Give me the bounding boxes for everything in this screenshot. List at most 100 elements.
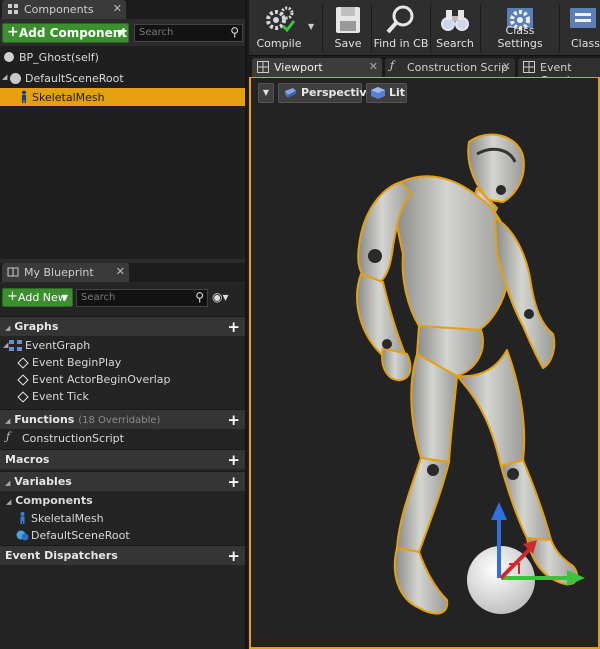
function-item-constructionscript[interactable]: ƒ ConstructionScript [0,430,245,447]
toolbar-separator [322,4,323,52]
graph-item-event-beginplay[interactable]: Event BeginPlay [0,354,245,371]
close-icon[interactable]: ✕ [369,60,378,73]
tree-item-label: BP_Ghost(self) [19,51,99,64]
components-toolbar: + Add Component ▼ Search ⚲ [0,21,245,45]
search-label: Search [436,37,474,50]
collapse-arrow-icon: ◢ [5,417,11,425]
viewport-canvas[interactable]: ▼ Perspective Lit [249,77,600,649]
graph-item-label: Event Tick [32,390,89,403]
event-diamond-icon [17,357,29,369]
plus-icon: + [7,24,19,40]
graph-item-event-tick[interactable]: Event Tick [0,388,245,405]
actor-icon [4,52,14,62]
components-search-input[interactable]: Search ⚲ [134,24,243,42]
class-defaults-label: Class [571,37,600,50]
tab-components[interactable]: Components ✕ [2,0,126,19]
save-label: Save [334,37,362,50]
skeletal-mesh-icon [22,90,26,103]
class-defaults-icon [570,8,596,28]
tree-item-defaultsceneroot[interactable]: ◢ DefaultSceneRoot [0,69,245,87]
gizmo-z-arrow-icon[interactable] [491,502,507,520]
section-functions[interactable]: ◢ Functions (18 Overridable) + [0,409,245,429]
function-item-label: ConstructionScript [22,432,124,445]
graph-item-event-actorbeginoverlap[interactable]: Event ActorBeginOverlap [0,371,245,388]
find-in-cb-label: Find in CB [373,37,429,50]
blueprint-search-placeholder: Search [81,292,116,303]
scene-component-icon [10,73,21,84]
tab-viewport[interactable]: Viewport ✕ [252,58,382,77]
toolbar-separator [559,4,560,52]
collapse-arrow-icon: ◢ [5,479,11,487]
myblueprint-tabbar: My Blueprint ✕ [0,263,245,282]
compile-options-chevron-icon[interactable]: ▼ [308,22,314,31]
graph-item-label: Event ActorBeginOverlap [32,373,171,386]
blueprint-search-input[interactable]: Search ⚲ [76,289,208,307]
add-graph-button[interactable]: + [227,318,240,336]
section-functions-label: Functions [14,413,75,426]
variable-item-defaultsceneroot[interactable]: DefaultSceneRoot [0,527,245,544]
tab-event-graph[interactable]: Event Graph [518,58,600,87]
tab-construction-script[interactable]: ƒ Construction Scrip ✕ [385,58,515,77]
my-blueprint-panel: + Add New ▼ Search ⚲ ◉▾ ◢ Graphs + ◢ Eve… [0,283,245,649]
variable-item-label: SkeletalMesh [31,512,104,525]
toolbar-separator [430,4,431,52]
magnifier-icon [386,5,414,34]
event-diamond-icon [17,374,29,386]
tab-components-label: Components [24,3,94,16]
variables-components-subheading[interactable]: ◢ Components [6,494,93,507]
collapse-arrow-icon: ◢ [6,498,12,506]
variable-item-skeletalmesh[interactable]: SkeletalMesh [0,510,245,527]
components-search-placeholder: Search [139,27,174,38]
variable-item-label: DefaultSceneRoot [31,529,130,542]
collapse-arrow-icon: ◢ [3,341,9,349]
section-variables[interactable]: ◢ Variables + [0,471,245,491]
tree-item-self[interactable]: BP_Ghost(self) [0,48,245,66]
compile-button[interactable]: Compile [251,0,307,55]
add-component-button[interactable]: + Add Component ▼ [2,23,129,43]
compile-gear-icon [266,6,295,33]
add-variable-button[interactable]: + [227,473,240,491]
event-graph-icon [523,61,535,73]
function-icon: ƒ [390,59,395,72]
add-macro-button[interactable]: + [227,451,240,469]
left-column: Components ✕ + Add Component ▼ Search ⚲ … [0,0,247,649]
add-function-button[interactable]: + [227,411,240,429]
add-component-label: Add Component [19,26,127,40]
section-graphs[interactable]: ◢ Graphs + [0,316,245,336]
binoculars-icon [441,10,469,31]
tree-item-skeletalmesh[interactable]: SkeletalMesh [0,88,245,106]
tab-my-blueprint[interactable]: My Blueprint ✕ [2,263,129,282]
collapse-arrow-icon: ◢ [5,324,11,332]
compile-label: Compile [256,37,302,50]
main-toolbar: Compile ▼ Save Find in CB Search Class S… [249,0,600,56]
view-options-eye-icon[interactable]: ◉▾ [212,290,229,304]
class-defaults-button[interactable]: Class [561,0,600,55]
search-icon[interactable]: ⚲ [230,25,239,39]
save-button[interactable]: Save [326,0,370,55]
class-settings-button[interactable]: Class Settings [483,0,557,55]
section-event-dispatchers[interactable]: Event Dispatchers + [0,545,245,565]
search-icon[interactable]: ⚲ [195,290,204,304]
subheading-label: Components [15,494,93,507]
close-icon[interactable]: ✕ [502,60,511,73]
skeletal-mesh-preview[interactable] [251,78,598,649]
components-tab-icon [8,4,18,14]
search-button[interactable]: Search [433,0,477,55]
add-event-dispatcher-button[interactable]: + [227,547,240,565]
event-diamond-icon [17,391,29,403]
tab-viewport-label: Viewport [274,61,323,74]
tree-item-label: SkeletalMesh [32,91,105,104]
find-in-cb-button[interactable]: Find in CB [373,0,429,55]
viewport-grid-icon [257,61,269,73]
graph-item-label: Event BeginPlay [32,356,122,369]
add-new-button[interactable]: + Add New ▼ [2,288,73,307]
section-macros[interactable]: Macros + [0,449,245,469]
close-icon[interactable]: ✕ [113,2,122,15]
class-settings-label: Class Settings [497,24,543,50]
editor-tabbar: Viewport ✕ ƒ Construction Scrip ✕ Event … [249,57,600,87]
component-tree: BP_Ghost(self) ◢ DefaultSceneRoot Skelet… [0,46,245,259]
close-icon[interactable]: ✕ [116,265,125,278]
graph-item-eventgraph[interactable]: ◢ EventGraph [0,337,245,354]
collapse-arrow-icon[interactable]: ◢ [2,73,7,81]
save-floppy-icon [336,7,360,33]
